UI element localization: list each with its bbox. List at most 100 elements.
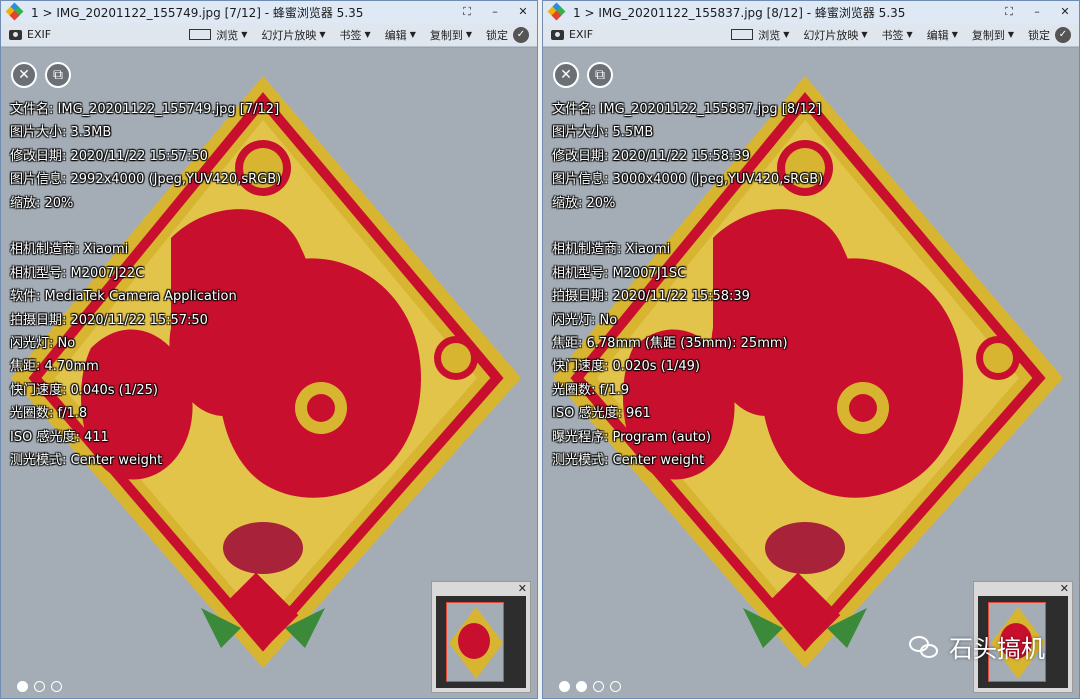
close-icon: ✕ (18, 67, 30, 83)
page-dot[interactable] (593, 681, 604, 692)
exif-line: 文件名: IMG_20201122_155837.jpg [8/12] (552, 102, 822, 117)
image-viewer[interactable]: ✕ ⧉ 文件名: IMG_20201122_155749.jpg [7/12] … (1, 48, 537, 698)
close-overlay-button[interactable]: ✕ (553, 62, 579, 88)
fullscreen-button[interactable]: ⛶ (1001, 5, 1017, 19)
page-dot[interactable] (576, 681, 587, 692)
exif-line: 软件: MediaTek Camera Application (10, 289, 237, 305)
window-title: 1 > IMG_20201122_155749.jpg [7/12] - 蜂蜜浏… (31, 5, 364, 20)
slideshow-menu[interactable]: 幻灯片放映 ▼ (803, 27, 867, 43)
close-window-button[interactable]: ✕ (1057, 5, 1073, 19)
exif-line: 相机制造商: Xiaomi (552, 242, 671, 258)
exif-line (10, 215, 281, 238)
chevron-down-icon: ▼ (951, 30, 958, 39)
exif-line: 图片信息: 3000x4000 (Jpeg,YUV420,sRGB) (552, 172, 824, 188)
chevron-down-icon: ▼ (906, 30, 913, 39)
exif-line: 闪光灯: No (552, 312, 618, 328)
close-icon[interactable]: ✕ (518, 582, 527, 595)
bookmark-menu[interactable]: 书签 ▼ (340, 27, 371, 43)
exif-line: 文件名: IMG_20201122_155749.jpg [7/12] (10, 102, 280, 117)
page-dot[interactable] (610, 681, 621, 692)
close-icon: ✕ (560, 67, 572, 83)
exif-line (552, 215, 823, 238)
slideshow-menu[interactable]: 幻灯片放映 ▼ (261, 27, 325, 43)
page-dot[interactable] (51, 681, 62, 692)
close-icon[interactable]: ✕ (1060, 582, 1069, 595)
exif-line: ISO 感光度: 411 (10, 429, 109, 445)
edit-menu[interactable]: 编辑 ▼ (927, 27, 958, 43)
copy-to-menu[interactable]: 复制到 ▼ (430, 27, 472, 43)
chevron-down-icon: ▼ (319, 30, 326, 39)
chevron-down-icon: ▼ (783, 30, 790, 39)
app-logo-icon (5, 2, 24, 21)
check-icon: ✓ (1055, 26, 1071, 43)
chevron-down-icon: ▼ (241, 30, 248, 39)
wechat-icon (909, 634, 941, 660)
toolbar: EXIF 浏览 ▼ 幻灯片放映 ▼ 书签 ▼ 编辑 ▼ 复制到 ▼ 锁定 ✓ (543, 23, 1079, 47)
copy-icon: ⧉ (53, 67, 63, 83)
window-title: 1 > IMG_20201122_155837.jpg [8/12] - 蜂蜜浏… (573, 5, 906, 20)
navigator-thumbnail[interactable]: ✕ (431, 581, 531, 693)
exif-line: 快门速度: 0.020s (1/49) (552, 359, 700, 375)
page-indicator (559, 681, 621, 692)
exif-line: 图片大小: 5.5MB (552, 125, 654, 141)
minimize-button[interactable]: – (1029, 5, 1045, 19)
exif-line: 相机制造商: Xiaomi (10, 242, 129, 258)
edit-menu[interactable]: 编辑 ▼ (385, 27, 416, 43)
exif-line: 焦距: 4.70mm (10, 359, 99, 375)
camera-icon (551, 29, 564, 40)
copy-info-button[interactable]: ⧉ (587, 62, 613, 88)
exif-line: 光圈数: f/1.8 (10, 406, 88, 422)
exif-line: 缩放: 20% (552, 195, 616, 211)
watermark: 石头搞机 (909, 629, 1045, 664)
copy-to-menu[interactable]: 复制到 ▼ (972, 27, 1014, 43)
viewer-window-left: 1 > IMG_20201122_155749.jpg [7/12] - 蜂蜜浏… (0, 0, 538, 699)
page-indicator (17, 681, 62, 692)
exif-button[interactable]: EXIF (9, 28, 51, 41)
exif-line: 拍摄日期: 2020/11/22 15:58:39 (552, 289, 750, 305)
copy-info-button[interactable]: ⧉ (45, 62, 71, 88)
exif-line: 光圈数: f/1.9 (552, 382, 630, 398)
exif-line: 修改日期: 2020/11/22 15:57:50 (10, 148, 208, 164)
lock-button[interactable]: 锁定 ✓ (1028, 26, 1071, 43)
fullscreen-button[interactable]: ⛶ (459, 5, 475, 19)
browse-menu[interactable]: 浏览 ▼ (731, 27, 789, 43)
app-logo-icon (547, 2, 566, 21)
frame-icon (731, 29, 754, 40)
exif-line: ISO 感光度: 961 (552, 406, 651, 422)
exif-line: 修改日期: 2020/11/22 15:58:39 (552, 148, 750, 164)
lock-button[interactable]: 锁定 ✓ (486, 26, 529, 43)
exif-line: 焦距: 6.78mm (焦距 (35mm): 25mm) (552, 336, 788, 352)
bookmark-menu[interactable]: 书签 ▼ (882, 27, 913, 43)
image-viewer[interactable]: ✕ ⧉ 文件名: IMG_20201122_155837.jpg [8/12] … (543, 48, 1079, 698)
chevron-down-icon: ▼ (1007, 30, 1014, 39)
exif-info-panel: 文件名: IMG_20201122_155837.jpg [8/12] 图片大小… (552, 98, 823, 472)
page-dot[interactable] (559, 681, 570, 692)
exif-line: 相机型号: M2007J1SC (552, 265, 687, 281)
page-dot[interactable] (17, 681, 28, 692)
exif-line: 快门速度: 0.040s (1/25) (10, 382, 158, 398)
title-bar: 1 > IMG_20201122_155837.jpg [8/12] - 蜂蜜浏… (543, 1, 1079, 23)
exif-line: 测光模式: Center weight (10, 453, 163, 469)
close-window-button[interactable]: ✕ (515, 5, 531, 19)
exif-line: 闪光灯: No (10, 336, 76, 352)
exif-info-panel: 文件名: IMG_20201122_155749.jpg [7/12] 图片大小… (10, 98, 281, 472)
title-bar: 1 > IMG_20201122_155749.jpg [7/12] - 蜂蜜浏… (1, 1, 537, 23)
close-overlay-button[interactable]: ✕ (11, 62, 37, 88)
exif-line: 图片大小: 3.3MB (10, 125, 112, 141)
check-icon: ✓ (513, 26, 529, 43)
chevron-down-icon: ▼ (861, 30, 868, 39)
exif-line: 相机型号: M2007J22C (10, 265, 145, 281)
viewer-window-right: 1 > IMG_20201122_155837.jpg [8/12] - 蜂蜜浏… (542, 0, 1080, 699)
chevron-down-icon: ▼ (409, 30, 416, 39)
toolbar: EXIF 浏览 ▼ 幻灯片放映 ▼ 书签 ▼ 编辑 ▼ 复制到 ▼ 锁定 ✓ (1, 23, 537, 47)
thumbnail-viewport[interactable] (446, 602, 504, 682)
exif-button[interactable]: EXIF (551, 28, 593, 41)
exif-line: 图片信息: 2992x4000 (Jpeg,YUV420,sRGB) (10, 172, 282, 188)
minimize-button[interactable]: – (487, 5, 503, 19)
browse-menu[interactable]: 浏览 ▼ (189, 27, 247, 43)
copy-icon: ⧉ (595, 67, 605, 83)
chevron-down-icon: ▼ (465, 30, 472, 39)
exif-line: 缩放: 20% (10, 195, 74, 211)
frame-icon (189, 29, 212, 40)
page-dot[interactable] (34, 681, 45, 692)
